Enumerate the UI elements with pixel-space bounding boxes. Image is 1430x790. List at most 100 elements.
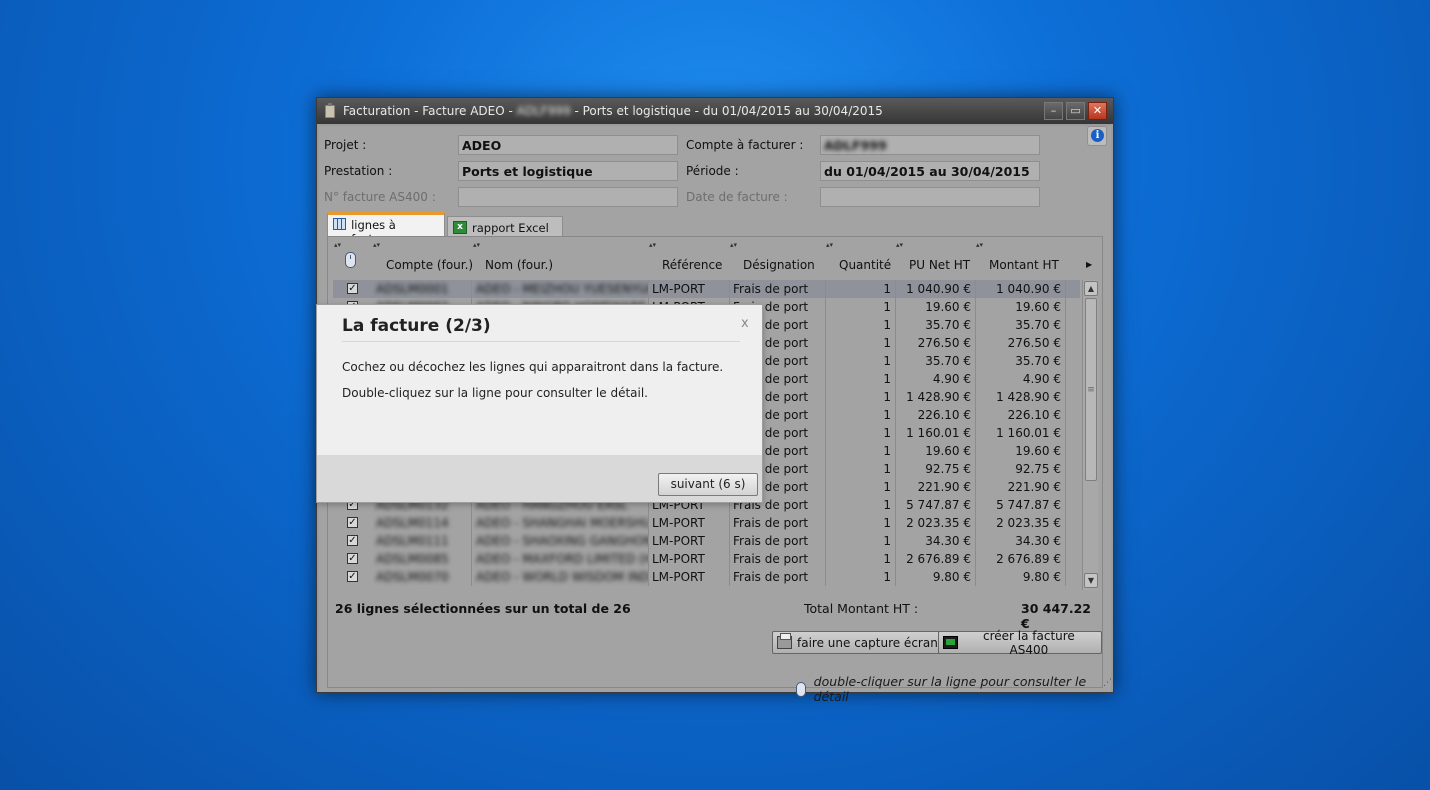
title-account-blurred: ADLF999 [516,104,571,118]
dialog-line-2: Double-cliquez sur la ligne pour consult… [342,386,648,400]
cell-pu: 35.70 € [897,316,976,334]
cell-montant: 2 023.35 € [977,514,1066,532]
dialog-title: La facture (2/3) [342,316,491,336]
cell-compte: ADSLM0001 [373,280,472,298]
scroll-down-icon[interactable]: ▼ [1084,573,1098,588]
printer-icon [777,633,792,649]
cell-ref: LM-PORT [650,532,730,550]
row-checkbox[interactable]: ✓ [347,571,358,582]
col-reference[interactable]: Référence [662,258,722,272]
cell-qte: 1 [827,334,896,352]
projet-label: Projet : [324,138,367,152]
cell-qte: 1 [827,316,896,334]
capture-button-label: faire une capture écran [797,635,938,650]
col-pu-net[interactable]: PU Net HT [909,258,970,272]
clipboard-icon [325,102,335,118]
cell-qte: 1 [827,532,896,550]
row-checkbox[interactable]: ✓ [347,517,358,528]
capture-button[interactable]: faire une capture écran [772,631,945,654]
row-checkbox[interactable]: ✓ [347,535,358,546]
col-compte[interactable]: Compte (four.) [386,258,473,272]
cell-montant: 226.10 € [977,406,1066,424]
grid-header: ▴▾ ▴▾ Compte (four.) ▴▾ Nom (four.) ▴▾ R… [333,239,1093,280]
tab-rapport-label: rapport Excel [472,221,549,235]
cell-compte: ADSLM0114 [373,514,472,532]
next-button[interactable]: suivant (6 s) [658,473,758,496]
info-icon[interactable]: i [1087,126,1107,146]
scroll-up-icon[interactable]: ▲ [1084,281,1098,296]
prestation-field[interactable]: Ports et logistique [458,161,678,181]
col-designation[interactable]: Désignation [743,258,815,272]
cell-montant: 35.70 € [977,316,1066,334]
create-invoice-button[interactable]: créer la facture AS400 [938,629,1102,657]
cell-ref: LM-PORT [650,550,730,568]
cell-qte: 1 [827,298,896,316]
row-checkbox[interactable]: ✓ [347,553,358,564]
sort-marker-icon: ▴▾ [826,241,834,249]
date-facture-field[interactable] [820,187,1040,207]
cell-pu: 226.10 € [897,406,976,424]
cell-des: Frais de port [731,532,826,550]
cell-nom: ADEO - MEIZHOU YUESENYUAN [473,280,649,298]
cell-compte-value: ADSLM0114 [376,516,449,530]
cell-pu: 9.80 € [897,568,976,586]
cell-pu: 19.60 € [897,298,976,316]
dialog-close-icon[interactable]: x [741,316,749,331]
cell-montant: 19.60 € [977,298,1066,316]
tab-lignes[interactable]: lignes à facturer [327,212,445,246]
facture-number-field[interactable] [458,187,678,207]
cell-compte: ADSLM0085 [373,550,472,568]
invoice-step-dialog: La facture (2/3) x Cochez ou décochez le… [316,304,763,503]
cell-montant: 276.50 € [977,334,1066,352]
maximize-button[interactable]: ▭ [1066,102,1085,120]
sort-marker-icon: ▴▾ [730,241,738,249]
cell-pu: 19.60 € [897,442,976,460]
close-button[interactable]: ✕ [1088,102,1107,120]
table-row[interactable]: ✓ ADSLM0085 ADEO - MAXFORD LIMITED (H LM-PO… [333,550,1080,568]
cell-montant: 34.30 € [977,532,1066,550]
cell-montant: 2 676.89 € [977,550,1066,568]
periode-field[interactable]: du 01/04/2015 au 30/04/2015 [820,161,1040,181]
cell-pu: 2 023.35 € [897,514,976,532]
scroll-right-icon[interactable]: ▶ [1086,260,1092,269]
status-hint: double-cliquer sur la ligne pour consult… [796,674,1111,704]
table-row[interactable]: ✓ ADSLM0070 ADEO - WORLD WISDOM INDU LM-POR… [333,568,1080,586]
minimize-button[interactable]: – [1044,102,1063,120]
compte-field[interactable]: ADLF999 [820,135,1040,155]
col-montant[interactable]: Montant HT [989,258,1059,272]
projet-field[interactable]: ADEO [458,135,678,155]
cell-montant: 9.80 € [977,568,1066,586]
cell-pu: 276.50 € [897,334,976,352]
vertical-scrollbar[interactable]: ▲ ≡ ▼ [1082,280,1098,590]
cell-montant: 1 160.01 € [977,424,1066,442]
table-row[interactable]: ✓ ADSLM0114 ADEO - SHANGHAI MOERSHU LM-PORT… [333,514,1080,532]
cell-qte: 1 [827,406,896,424]
resize-grip-icon[interactable]: ⋰ [1103,678,1112,688]
total-value: 30 447.22 € [1021,601,1091,631]
cell-des: Frais de port [731,514,826,532]
cell-nom: ADEO - SHAOXING GANGHON [473,532,649,550]
cell-pu: 1 040.90 € [897,280,976,298]
cell-montant: 4.90 € [977,370,1066,388]
cell-pu: 1 160.01 € [897,424,976,442]
cell-ref: LM-PORT [650,280,730,298]
row-checkbox[interactable]: ✓ [347,283,358,294]
status-hint-text: double-cliquer sur la ligne pour consult… [813,674,1087,704]
sort-marker-icon: ▴▾ [649,241,657,249]
table-row[interactable]: ✓ ADSLM0001 ADEO - MEIZHOU YUESENYUAN LM-PO… [333,280,1080,298]
window-titlebar[interactable]: Facturation - Facture ADEO - ADLF999 - P… [317,98,1113,124]
cell-qte: 1 [827,460,896,478]
col-quantite[interactable]: Quantité [839,258,891,272]
sort-marker-icon: ▴▾ [976,241,984,249]
table-row[interactable]: ✓ ADSLM0111 ADEO - SHAOXING GANGHON LM-PORT… [333,532,1080,550]
cell-qte: 1 [827,388,896,406]
cell-compte-value: ADSLM0001 [376,282,449,296]
scroll-thumb[interactable]: ≡ [1085,298,1097,481]
col-nom[interactable]: Nom (four.) [485,258,553,272]
cell-montant: 92.75 € [977,460,1066,478]
cell-qte: 1 [827,352,896,370]
cell-des: Frais de port [731,550,826,568]
cell-qte: 1 [827,370,896,388]
cell-nom: ADEO - WORLD WISDOM INDU [473,568,649,586]
cell-ref: LM-PORT [650,514,730,532]
